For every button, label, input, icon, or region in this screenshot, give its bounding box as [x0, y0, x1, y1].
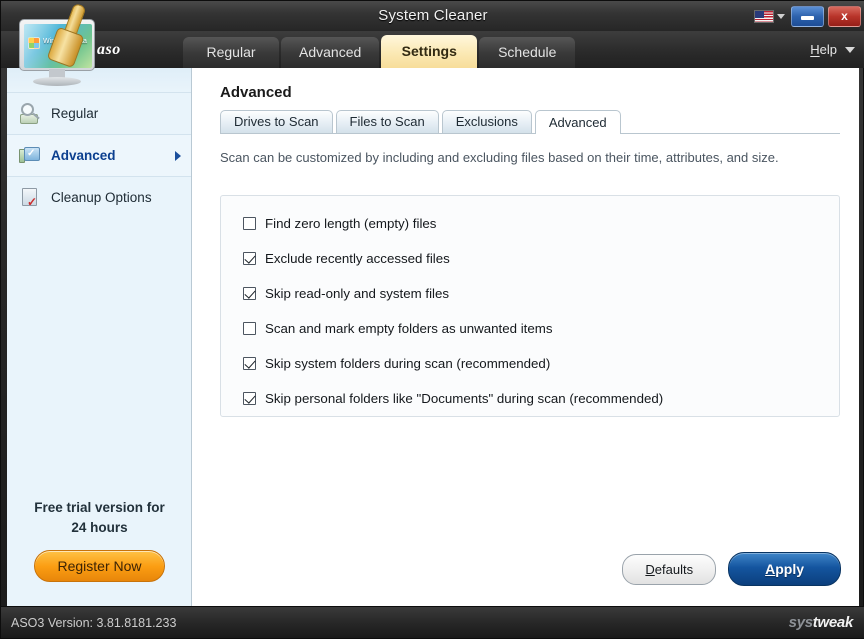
us-flag-icon — [754, 10, 774, 23]
trial-line-2: 24 hours — [7, 518, 192, 538]
advanced-options-group: Find zero length (empty) files Exclude r… — [220, 195, 840, 417]
document-check-icon: ✓ — [19, 187, 41, 209]
action-buttons: Defaults Apply — [622, 552, 841, 586]
subtab-advanced[interactable]: Advanced — [535, 110, 621, 134]
option-label: Skip read-only and system files — [265, 286, 449, 301]
option-scan-mark-empty-folders[interactable]: Scan and mark empty folders as unwanted … — [221, 311, 839, 346]
option-skip-readonly-system-files[interactable]: Skip read-only and system files — [221, 276, 839, 311]
sidebar-item-cleanup-options[interactable]: ✓ Cleanup Options — [7, 176, 191, 218]
checkbox[interactable] — [243, 357, 256, 370]
minimize-button[interactable] — [791, 6, 824, 27]
trial-line-1: Free trial version for — [7, 498, 192, 518]
magnifier-scan-icon — [19, 103, 41, 125]
sidebar-item-label: Advanced — [51, 148, 116, 163]
checkbox[interactable] — [243, 217, 256, 230]
window-title: System Cleaner — [1, 1, 864, 31]
defaults-button[interactable]: Defaults — [622, 554, 716, 585]
option-skip-system-folders[interactable]: Skip system folders during scan (recomme… — [221, 346, 839, 381]
option-label: Find zero length (empty) files — [265, 216, 436, 231]
subtab-files-to-scan[interactable]: Files to Scan — [336, 110, 439, 133]
vendor-name-part1: sys — [789, 614, 813, 631]
settings-subtabs: Drives to Scan Files to Scan Exclusions … — [220, 110, 840, 134]
language-selector[interactable] — [752, 9, 787, 24]
primary-tabs: Regular Advanced Settings Schedule — [183, 31, 577, 68]
apply-button[interactable]: Apply — [728, 552, 841, 586]
content-panel: Advanced Drives to Scan Files to Scan Ex… — [192, 68, 859, 606]
checkbox[interactable] — [243, 392, 256, 405]
subtab-exclusions[interactable]: Exclusions — [442, 110, 532, 133]
vendor-name-part2: tweak — [813, 614, 853, 631]
tab-advanced[interactable]: Advanced — [281, 37, 379, 68]
application-window: System Cleaner x aso Regular Advanced Se… — [0, 0, 864, 639]
sidebar: Regular ✓ Advanced ✓ Cleanup Options Fre… — [7, 68, 192, 606]
checkbox[interactable] — [243, 287, 256, 300]
sidebar-item-regular[interactable]: Regular — [7, 92, 191, 134]
sidebar-top-spacer — [7, 68, 191, 92]
version-label: ASO3 Version: 3.81.8181.233 — [11, 607, 176, 639]
status-bar: ASO3 Version: 3.81.8181.233 systweak — [1, 606, 864, 638]
brand-name: aso — [97, 31, 121, 68]
trial-panel: Free trial version for 24 hours Register… — [7, 498, 192, 582]
help-menu[interactable]: Help — [810, 31, 855, 68]
sidebar-item-label: Regular — [51, 106, 98, 121]
chevron-down-icon — [845, 47, 855, 53]
option-exclude-recently-accessed[interactable]: Exclude recently accessed files — [221, 241, 839, 276]
tab-settings[interactable]: Settings — [381, 35, 477, 68]
option-find-zero-length[interactable]: Find zero length (empty) files — [221, 206, 839, 241]
page-title: Advanced — [220, 84, 292, 101]
sidebar-item-label: Cleanup Options — [51, 190, 152, 205]
close-button[interactable]: x — [828, 6, 861, 27]
option-label: Scan and mark empty folders as unwanted … — [265, 321, 553, 336]
tab-schedule[interactable]: Schedule — [479, 37, 575, 68]
systweak-logo: systweak — [789, 607, 853, 639]
checkbox[interactable] — [243, 322, 256, 335]
option-label: Skip system folders during scan (recomme… — [265, 356, 550, 371]
option-label: Skip personal folders like "Documents" d… — [265, 391, 663, 406]
title-bar: System Cleaner x — [1, 1, 864, 31]
option-skip-personal-folders[interactable]: Skip personal folders like "Documents" d… — [221, 381, 839, 416]
help-label: Help — [810, 42, 837, 57]
register-now-button[interactable]: Register Now — [34, 550, 164, 582]
checkbox[interactable] — [243, 252, 256, 265]
sidebar-item-advanced[interactable]: ✓ Advanced — [7, 134, 191, 176]
option-label: Exclude recently accessed files — [265, 251, 450, 266]
tab-regular[interactable]: Regular — [183, 37, 279, 68]
window-controls: x — [752, 4, 861, 28]
subtab-drives-to-scan[interactable]: Drives to Scan — [220, 110, 333, 133]
chevron-right-icon — [175, 151, 181, 161]
section-description: Scan can be customized by including and … — [220, 150, 840, 165]
monitor-check-icon: ✓ — [19, 145, 41, 167]
chevron-down-icon — [777, 14, 785, 19]
